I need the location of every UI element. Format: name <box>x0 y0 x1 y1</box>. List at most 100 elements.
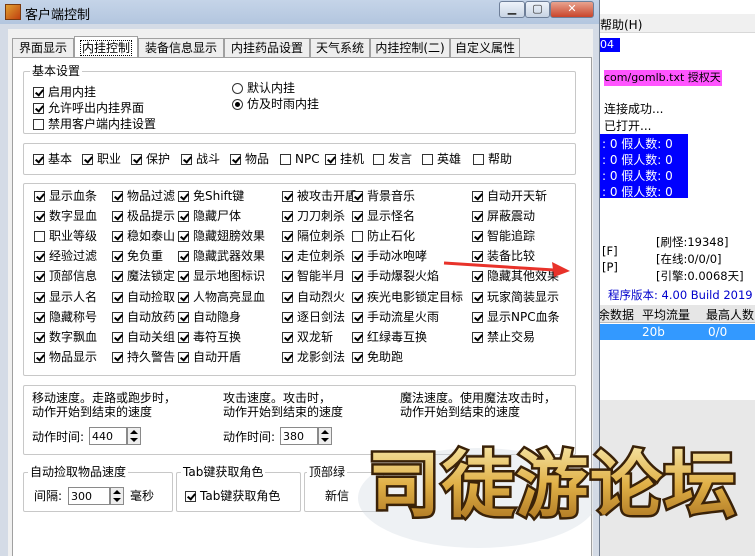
option-checkbox[interactable]: 龙影剑法 <box>282 349 345 365</box>
attack-time-spinner[interactable] <box>280 427 332 445</box>
maximize-button[interactable]: ▢ <box>525 1 550 18</box>
option-label: 隐藏武器效果 <box>193 249 266 264</box>
option-checkbox[interactable]: 自动关组 <box>112 329 175 345</box>
filter-class-checkbox[interactable]: 职业 <box>82 151 121 167</box>
option-checkbox[interactable]: 自动捡取 <box>112 289 175 305</box>
spin-arrows[interactable] <box>110 487 124 505</box>
default-plugin-radio[interactable]: 默认内挂 <box>232 80 295 96</box>
spin-arrows[interactable] <box>318 427 332 445</box>
filter-afk-checkbox[interactable]: 挂机 <box>325 151 364 167</box>
option-checkbox[interactable]: 自动开盾 <box>178 349 241 365</box>
feature-options-group: 显示血条数字显血职业等级经验过滤顶部信息显示人名隐藏称号数字飘血物品显示 物品过滤… <box>23 183 576 376</box>
option-checkbox[interactable]: 显示人名 <box>34 289 97 305</box>
option-checkbox[interactable]: 刀刀刺杀 <box>282 208 345 224</box>
tab-plugin-control[interactable]: 内挂控制 <box>74 36 138 58</box>
option-checkbox[interactable]: 逐日剑法 <box>282 309 345 325</box>
option-checkbox[interactable]: 人物高亮显血 <box>178 289 265 305</box>
enable-plugin-checkbox[interactable]: 启用内挂 <box>33 84 96 100</box>
filter-combat-checkbox[interactable]: 战斗 <box>181 151 220 167</box>
option-checkbox[interactable]: 防止石化 <box>352 228 415 244</box>
option-label: 防止石化 <box>367 229 416 244</box>
column-header[interactable]: 最高人数 <box>706 306 754 323</box>
pickup-interval-input[interactable] <box>68 487 110 505</box>
filter-item-checkbox[interactable]: 物品 <box>230 151 269 167</box>
move-speed-desc: 移动速度。走路或跑步时， <box>32 391 177 405</box>
option-checkbox[interactable]: 隐藏翅膀效果 <box>178 228 265 244</box>
tab-plugin-control-2[interactable]: 内挂控制(二) <box>370 38 450 57</box>
option-checkbox[interactable]: 免助跑 <box>352 349 403 365</box>
attack-time-input[interactable] <box>280 427 318 445</box>
rain-plugin-radio[interactable]: 仿及时雨内挂 <box>232 96 319 112</box>
move-time-spinner[interactable] <box>89 427 141 445</box>
option-checkbox[interactable]: 手动流星火雨 <box>352 309 439 325</box>
option-checkbox[interactable]: 免负重 <box>112 248 163 264</box>
option-checkbox[interactable]: 极品提示 <box>112 208 175 224</box>
option-checkbox[interactable]: 玩家简装显示 <box>472 289 559 305</box>
filter-basic-checkbox[interactable]: 基本 <box>33 151 72 167</box>
option-checkbox[interactable]: 自动放药 <box>112 309 175 325</box>
option-checkbox[interactable]: 背景音乐 <box>352 188 415 204</box>
title-bar[interactable]: 客户端控制 ▁ ▢ ✕ <box>0 0 599 24</box>
option-checkbox[interactable]: 智能追踪 <box>472 228 535 244</box>
option-checkbox[interactable]: 自动开天斩 <box>472 188 547 204</box>
option-checkbox[interactable]: 手动冰咆哮 <box>352 248 427 264</box>
option-checkbox[interactable]: 走位刺杀 <box>282 248 345 264</box>
option-checkbox[interactable]: 隐藏称号 <box>34 309 97 325</box>
option-checkbox[interactable]: 自动烈火 <box>282 289 345 305</box>
option-checkbox[interactable]: 隐藏武器效果 <box>178 248 265 264</box>
fake-user-line: : 0 假人数: 0 <box>602 153 673 167</box>
option-checkbox[interactable]: 智能半月 <box>282 268 345 284</box>
tab-interface[interactable]: 界面显示 <box>12 38 74 57</box>
close-button[interactable]: ✕ <box>550 1 594 18</box>
disable-client-plugin-checkbox[interactable]: 禁用客户端内挂设置 <box>33 116 156 132</box>
option-checkbox[interactable]: 数字飘血 <box>34 329 97 345</box>
minimize-button[interactable]: ▁ <box>499 1 525 18</box>
checkbox-box <box>178 191 189 202</box>
option-checkbox[interactable]: 经验过滤 <box>34 248 97 264</box>
spin-arrows[interactable] <box>127 427 141 445</box>
move-time-input[interactable] <box>89 427 127 445</box>
option-checkbox[interactable]: 顶部信息 <box>34 268 97 284</box>
tab-drug-settings[interactable]: 内挂药品设置 <box>224 38 310 57</box>
filter-protect-checkbox[interactable]: 保护 <box>131 151 170 167</box>
option-checkbox[interactable]: 稳如泰山 <box>112 228 175 244</box>
tab-custom-attributes[interactable]: 自定义属性 <box>450 38 520 57</box>
allow-plugin-ui-checkbox[interactable]: 允许呼出内挂界面 <box>33 100 144 116</box>
option-checkbox[interactable]: 屏蔽震动 <box>472 208 535 224</box>
option-checkbox[interactable]: 数字显血 <box>34 208 97 224</box>
option-checkbox[interactable]: 显示血条 <box>34 188 97 204</box>
filter-speech-checkbox[interactable]: 发言 <box>373 151 412 167</box>
group-title: 基本设置 <box>30 64 83 78</box>
column-header[interactable]: 余数据 <box>598 306 634 323</box>
option-checkbox[interactable]: 魔法锁定 <box>112 268 175 284</box>
option-checkbox[interactable]: 双龙斩 <box>282 329 333 345</box>
option-checkbox[interactable]: 红绿毒互换 <box>352 329 427 345</box>
option-checkbox[interactable]: 隔位刺杀 <box>282 228 345 244</box>
option-checkbox[interactable]: 自动隐身 <box>178 309 241 325</box>
option-checkbox[interactable]: 被攻击开盾 <box>282 188 357 204</box>
option-checkbox[interactable]: 毒符互换 <box>178 329 241 345</box>
option-checkbox[interactable]: 职业等级 <box>34 228 97 244</box>
option-checkbox[interactable]: 持久警告 <box>112 349 175 365</box>
column-header[interactable]: 平均流量 <box>642 306 690 323</box>
filter-npc-checkbox[interactable]: NPC <box>280 151 320 167</box>
filter-help-checkbox[interactable]: 帮助 <box>473 151 512 167</box>
option-checkbox[interactable]: 物品过滤 <box>112 188 175 204</box>
help-menu[interactable]: 帮助(H) <box>600 16 642 33</box>
filter-hero-checkbox[interactable]: 英雄 <box>422 151 461 167</box>
option-checkbox[interactable]: 隐藏尸体 <box>178 208 241 224</box>
option-checkbox[interactable]: 物品显示 <box>34 349 97 365</box>
option-checkbox[interactable]: 免Shift键 <box>178 188 244 204</box>
option-checkbox[interactable]: 疾光电影锁定目标 <box>352 289 463 305</box>
checkbox-box <box>33 119 44 130</box>
tab-equipment-info[interactable]: 装备信息显示 <box>138 38 224 57</box>
option-checkbox[interactable]: 显示NPC血条 <box>472 309 560 325</box>
table-row[interactable]: 20b 0/0 <box>598 324 755 340</box>
option-checkbox[interactable]: 手动爆裂火焰 <box>352 268 439 284</box>
tab-key-checkbox[interactable]: Tab键获取角色 <box>185 488 280 504</box>
pickup-interval-spinner[interactable] <box>68 487 124 505</box>
option-checkbox[interactable]: 显示怪名 <box>352 208 415 224</box>
option-checkbox[interactable]: 禁止交易 <box>472 329 535 345</box>
tab-weather[interactable]: 天气系统 <box>310 38 370 57</box>
option-checkbox[interactable]: 显示地图标识 <box>178 268 265 284</box>
